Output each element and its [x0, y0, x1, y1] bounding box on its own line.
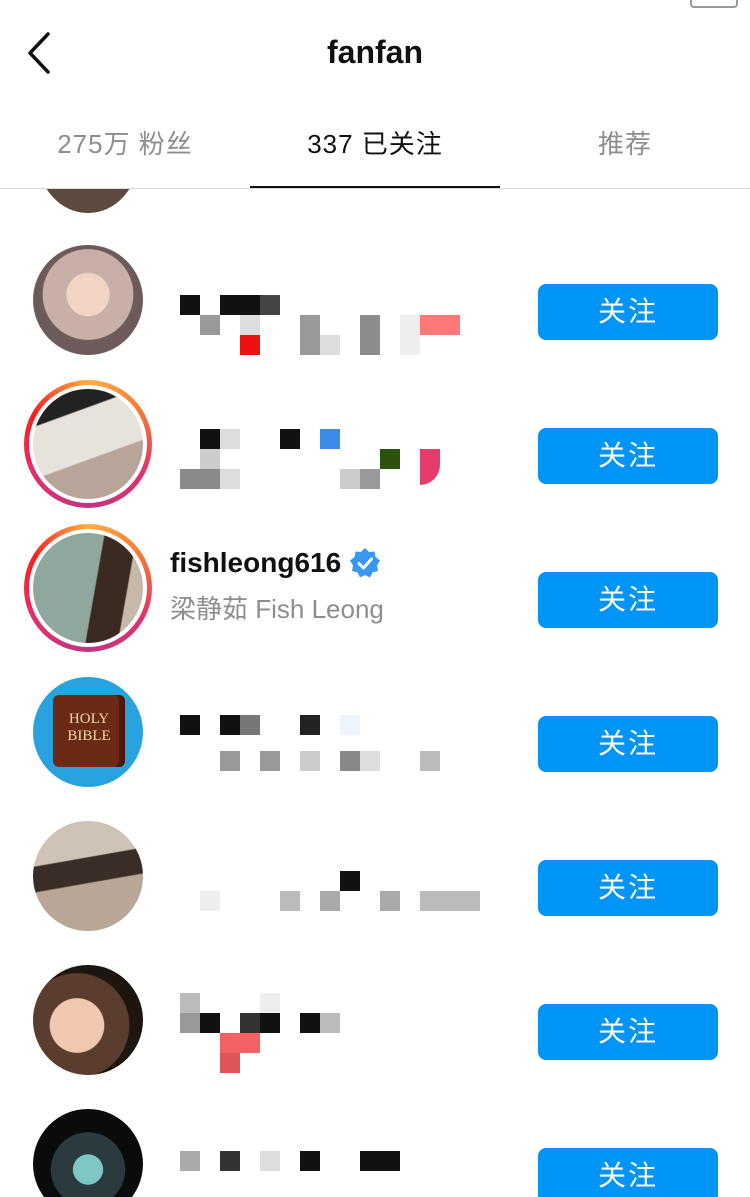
- verified-badge-icon: [350, 548, 381, 578]
- list-item[interactable]: HOLY BIBLE 关注: [0, 631, 750, 787]
- battery-icon: [690, 0, 738, 8]
- redacted-username: [170, 1151, 490, 1197]
- list-item[interactable]: 关注: [0, 919, 750, 1075]
- list-item[interactable]: 关注: [0, 199, 750, 355]
- user-info[interactable]: fishleong616 梁静茹 Fish Leong: [170, 543, 510, 635]
- tab-indicator: [250, 186, 500, 188]
- full-name: 梁静茹 Fish Leong: [170, 594, 384, 624]
- list-item[interactable]: 关注: [0, 775, 750, 931]
- follow-button[interactable]: 关注: [538, 572, 718, 628]
- avatar[interactable]: [33, 245, 143, 355]
- follow-button[interactable]: 关注: [538, 1148, 718, 1197]
- follow-button[interactable]: 关注: [538, 1004, 718, 1060]
- list-item[interactable]: 关注: [0, 343, 750, 508]
- follow-button[interactable]: 关注: [538, 716, 718, 772]
- avatar[interactable]: [33, 1109, 143, 1197]
- redacted-username: [170, 993, 490, 1073]
- bible-book-icon: HOLY BIBLE: [53, 695, 125, 767]
- following-list[interactable]: 关注 关注 fishleong616 梁静茹 Fish Leong 关注 HOL…: [0, 189, 750, 1197]
- status-bar: [0, 0, 750, 12]
- list-item[interactable]: 关注: [0, 1063, 750, 1197]
- follow-button[interactable]: 关注: [538, 284, 718, 340]
- tab-suggested[interactable]: 推荐: [500, 100, 750, 188]
- tab-following[interactable]: 337 已关注: [250, 100, 500, 188]
- follow-button[interactable]: 关注: [538, 428, 718, 484]
- header: fanfan: [0, 12, 750, 100]
- avatar[interactable]: [33, 821, 143, 931]
- tab-bar: 275万 粉丝 337 已关注 推荐: [0, 100, 750, 189]
- page-title: fanfan: [327, 34, 423, 70]
- tab-followers[interactable]: 275万 粉丝: [0, 100, 250, 188]
- list-item[interactable]: fishleong616 梁静茹 Fish Leong 关注: [0, 487, 750, 652]
- avatar[interactable]: HOLY BIBLE: [33, 677, 143, 787]
- avatar[interactable]: [33, 965, 143, 1075]
- follow-button[interactable]: 关注: [538, 860, 718, 916]
- username: fishleong616: [170, 543, 510, 583]
